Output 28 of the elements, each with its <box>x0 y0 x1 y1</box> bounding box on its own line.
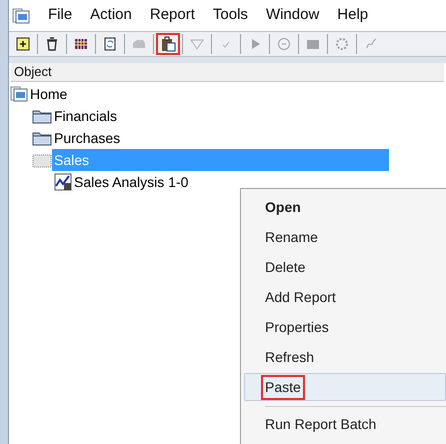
window-icon <box>12 8 30 24</box>
menu-item[interactable]: Add Report <box>244 283 446 311</box>
menu-item[interactable]: Report <box>150 4 195 27</box>
menu-item[interactable]: Action <box>90 4 132 27</box>
tree-item[interactable]: Sales Analysis 1-0 <box>72 171 188 193</box>
tree-item[interactable]: Home <box>28 83 68 105</box>
tree-item[interactable]: Financials <box>52 105 118 127</box>
menu-item[interactable]: Window <box>266 4 320 27</box>
menu-item[interactable]: Paste <box>244 373 446 401</box>
toolbar-button[interactable] <box>156 33 180 55</box>
menu-item[interactable]: Open <box>244 193 446 221</box>
clipboard-icon <box>160 36 176 52</box>
menu-item[interactable]: Properties <box>244 313 446 341</box>
add-icon <box>15 36 31 52</box>
menu-item[interactable]: Rename <box>244 223 446 251</box>
menu-item[interactable]: File <box>48 4 72 27</box>
grid-icon <box>73 36 89 52</box>
menu-item[interactable]: Refresh <box>244 343 446 371</box>
menu-item[interactable]: Tools <box>212 4 248 27</box>
column-header[interactable]: Object <box>11 62 52 82</box>
menu-item[interactable]: Help <box>337 4 368 27</box>
report-chart-icon <box>54 173 72 191</box>
tree-item[interactable]: Purchases <box>52 127 120 149</box>
menu-item[interactable]: Run Report Batch <box>244 410 446 438</box>
trash-icon <box>44 36 60 52</box>
refresh-icon <box>102 36 118 52</box>
menu-item[interactable]: Delete <box>244 253 446 281</box>
window-icon <box>10 86 28 102</box>
